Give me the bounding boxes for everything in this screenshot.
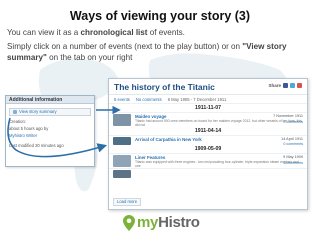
twitter-icon[interactable] <box>290 83 295 88</box>
load-more-button[interactable]: Load more <box>113 198 142 206</box>
event-comments-link[interactable]: 0 comments <box>283 161 303 165</box>
story-header: The history of the Titanic Share <box>109 79 307 95</box>
subtitle-text-post: of events. <box>147 28 185 37</box>
event-item[interactable]: Arrival of Carpathia in New York 14 Apri… <box>109 135 307 146</box>
author-link[interactable]: Myhistro Writer <box>6 132 94 139</box>
creation-value: about 5 hours ago by <box>9 126 49 131</box>
facebook-icon[interactable] <box>283 83 288 88</box>
creation-label: Creation: <box>9 119 26 124</box>
event-item[interactable] <box>109 168 307 178</box>
additional-info-panel: Additional information View story summar… <box>5 95 95 167</box>
event-comments-link[interactable]: 0 comments <box>283 142 303 146</box>
date-group-header: 1911-11-07 <box>195 105 221 111</box>
story-panel: The history of the Titanic Share 5 event… <box>108 78 308 210</box>
event-item[interactable]: Maiden voyage Titanic had around 900 cre… <box>109 112 307 127</box>
event-description: Titanic had around 900 crew members on b… <box>135 119 302 127</box>
share-label: Share <box>268 83 281 88</box>
subtitle-text-pre: You can view it as a <box>7 28 81 37</box>
date-group-header: 1911-04-14 <box>194 128 222 134</box>
event-title[interactable]: Arrival of Carpathia in New York <box>135 137 303 142</box>
event-description: Titanic was equipped with three engines … <box>135 160 299 168</box>
slide-subtitle: You can view it as a chronological list … <box>7 27 313 38</box>
event-thumbnail[interactable] <box>113 155 131 167</box>
share-bar: Share <box>268 83 302 88</box>
logo-text: myHistro <box>137 214 200 231</box>
slide-instruction: Simply click on a number of events (next… <box>7 41 317 63</box>
event-date: 9 May 1909 <box>283 155 303 159</box>
date-group-header: 1909-05-09 <box>194 146 222 152</box>
slide-title: Ways of viewing your story (3) <box>69 9 251 23</box>
event-date: 14 April 1911 <box>281 137 303 141</box>
event-date: 7 November 1911 <box>273 114 303 118</box>
event-item[interactable]: Liner Features Titanic was equipped with… <box>109 153 307 168</box>
logo-suffix: Histro <box>158 214 200 231</box>
events-count-link[interactable]: 5 events <box>114 97 130 102</box>
date-range: 6 May 1905 - 7 December 1911 <box>167 97 227 102</box>
last-modified: Last modified 20 minutes ago <box>9 143 64 148</box>
story-title: The history of the Titanic <box>114 82 215 92</box>
myhistro-logo: myHistro <box>123 214 200 231</box>
map-pin-icon <box>123 214 135 231</box>
comments-count-link[interactable]: No comments <box>136 97 162 102</box>
event-thumbnail[interactable] <box>113 170 131 178</box>
summary-icon <box>13 110 17 114</box>
story-meta: 5 events No comments 6 May 1905 - 7 Dece… <box>109 95 307 104</box>
instruction-text-post: on the tab on your right <box>46 53 133 62</box>
event-thumbnail[interactable] <box>113 114 131 126</box>
subtitle-text-bold: chronological list <box>80 28 148 37</box>
google-icon[interactable] <box>297 83 302 88</box>
view-story-summary-label: View story summary <box>19 109 57 114</box>
view-story-summary-button[interactable]: View story summary <box>9 108 91 116</box>
additional-info-header: Additional information <box>6 96 94 104</box>
event-thumbnail[interactable] <box>113 137 131 145</box>
instruction-text-pre: Simply click on a number of events (next… <box>7 42 243 51</box>
logo-prefix: my <box>137 214 159 231</box>
event-comments-link[interactable]: 0 comments <box>283 120 303 124</box>
